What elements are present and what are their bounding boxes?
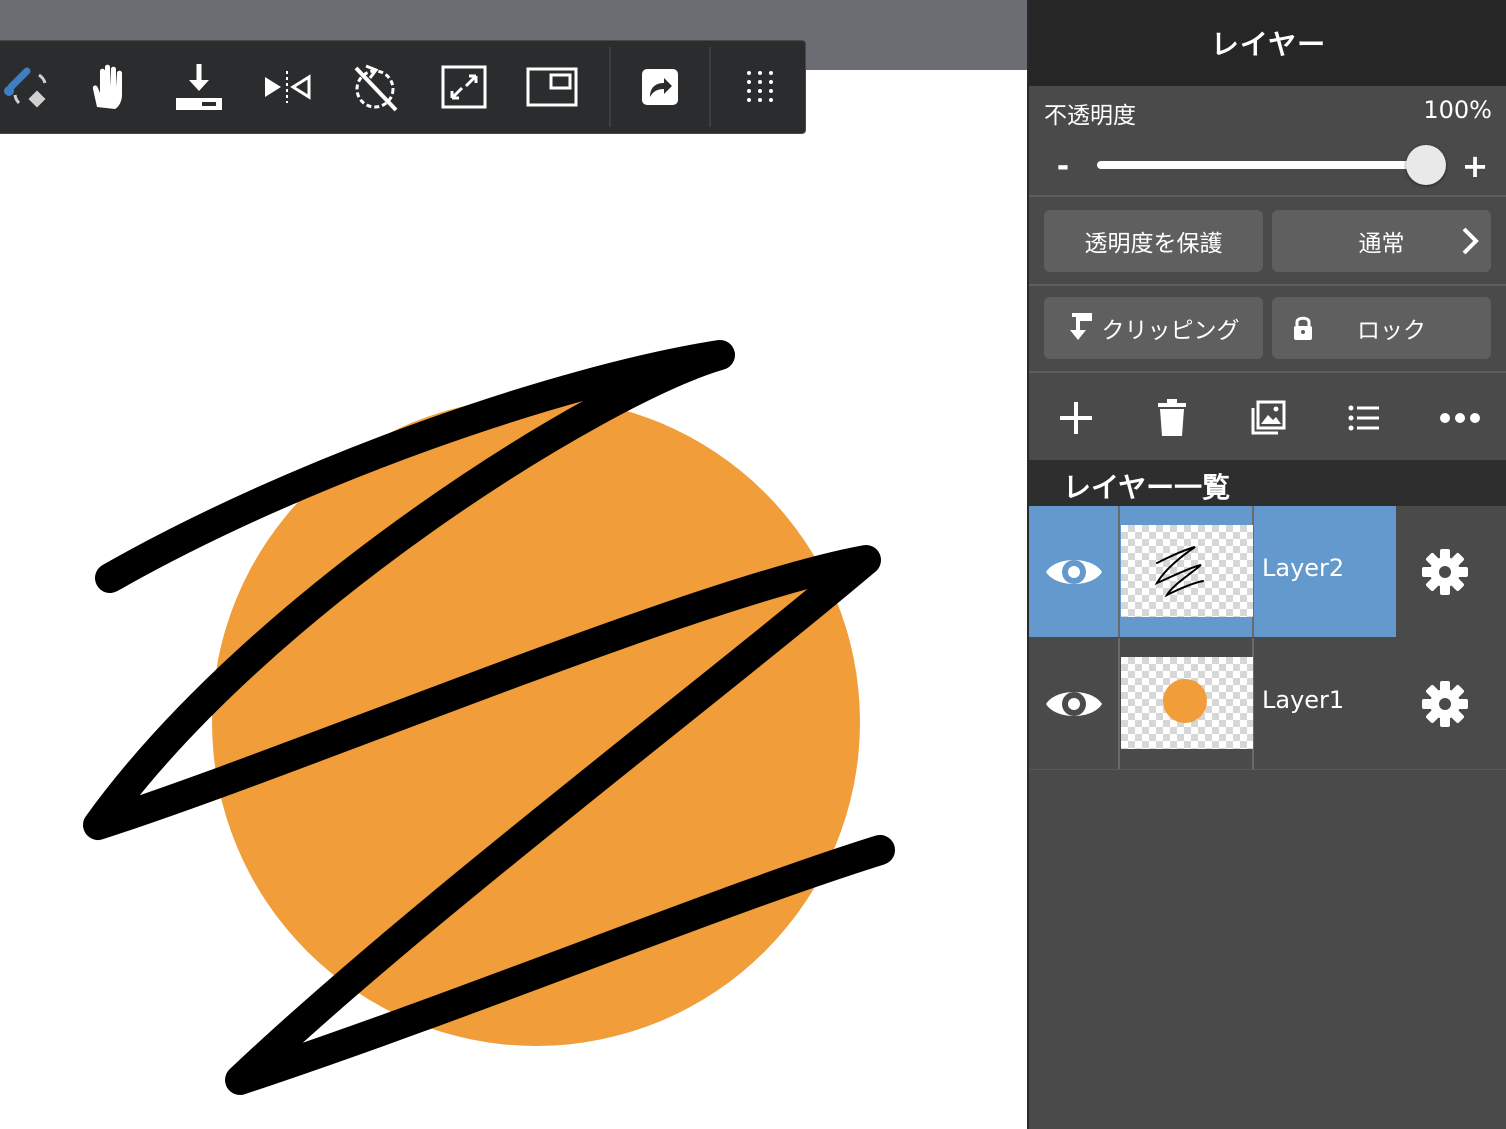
opacity-decrease-button[interactable]: -: [1051, 146, 1075, 186]
plus-icon[interactable]: [1054, 396, 1098, 440]
layer-row-layer2[interactable]: Layer2: [1029, 506, 1506, 637]
grid-dots-icon[interactable]: [728, 55, 792, 119]
panel-header: レイヤー: [1029, 0, 1506, 86]
clipping-button[interactable]: クリッピング: [1044, 297, 1263, 359]
more-icon[interactable]: [1438, 396, 1482, 440]
trash-icon[interactable]: [1150, 396, 1194, 440]
download-tray-icon[interactable]: [167, 55, 231, 119]
list-icon[interactable]: [1342, 396, 1386, 440]
tool-bar: [0, 40, 806, 134]
divider: [1029, 769, 1506, 770]
layer-row-layer1[interactable]: Layer1: [1029, 638, 1506, 769]
layer-thumbnail: [1118, 638, 1254, 769]
layer-name: Layer2: [1262, 554, 1345, 582]
toolbar-separator: [609, 47, 611, 127]
opacity-slider-track[interactable]: [1097, 161, 1427, 169]
drawing-canvas[interactable]: [0, 70, 1027, 1129]
protect-alpha-label: 透明度を保護: [1084, 231, 1223, 257]
artwork: [83, 340, 895, 1095]
layer-thumbnail: [1118, 506, 1254, 637]
eye-icon[interactable]: [1029, 638, 1118, 769]
layer-name: Layer1: [1262, 686, 1345, 714]
divider: [1029, 284, 1506, 286]
lock-button[interactable]: ロック: [1272, 297, 1491, 359]
canvas-area[interactable]: [0, 0, 1027, 1129]
gear-icon[interactable]: [1417, 544, 1473, 600]
share-icon[interactable]: [628, 55, 692, 119]
protect-alpha-button[interactable]: 透明度を保護: [1044, 210, 1263, 272]
panel-title: レイヤー: [1210, 28, 1327, 61]
clipping-label: クリッピング: [1101, 318, 1240, 344]
fullscreen-icon[interactable]: [432, 55, 496, 119]
transform-brush-icon[interactable]: [0, 55, 61, 119]
hand-icon[interactable]: [77, 55, 141, 119]
transparent-checker: [1121, 657, 1253, 749]
window-icon[interactable]: [520, 55, 584, 119]
scribble-thumbnail: [1154, 546, 1204, 598]
transparent-checker: [1121, 525, 1253, 617]
flip-horizontal-icon[interactable]: [255, 55, 319, 119]
opacity-increase-button[interactable]: +: [1461, 146, 1489, 186]
gear-icon[interactable]: [1417, 676, 1473, 732]
divider: [1029, 371, 1506, 373]
opacity-value: 100%: [1423, 96, 1492, 124]
rotate-reset-icon[interactable]: [343, 55, 407, 119]
blend-mode-label: 通常: [1358, 231, 1405, 257]
layer-list-title: レイヤー一覧: [1063, 471, 1231, 504]
opacity-slider-thumb[interactable]: [1406, 145, 1446, 185]
opacity-label: 不透明度: [1044, 103, 1136, 129]
layer-panel: レイヤー 不透明度 100% - + 透明度を保護 通常 クリッピング ロック …: [1027, 0, 1506, 1129]
eye-icon[interactable]: [1029, 506, 1118, 637]
lock-label: ロック: [1357, 318, 1426, 344]
toolbar-separator: [709, 47, 711, 127]
divider: [1029, 195, 1506, 197]
chevron-right-icon: [1461, 226, 1479, 262]
clipping-icon: [1068, 312, 1094, 344]
lock-icon: [1292, 315, 1314, 341]
circle-thumbnail: [1163, 679, 1207, 723]
layer-list-header: レイヤー一覧: [1029, 460, 1506, 506]
blend-mode-button[interactable]: 通常: [1272, 210, 1491, 272]
image-layer-icon[interactable]: [1246, 396, 1290, 440]
